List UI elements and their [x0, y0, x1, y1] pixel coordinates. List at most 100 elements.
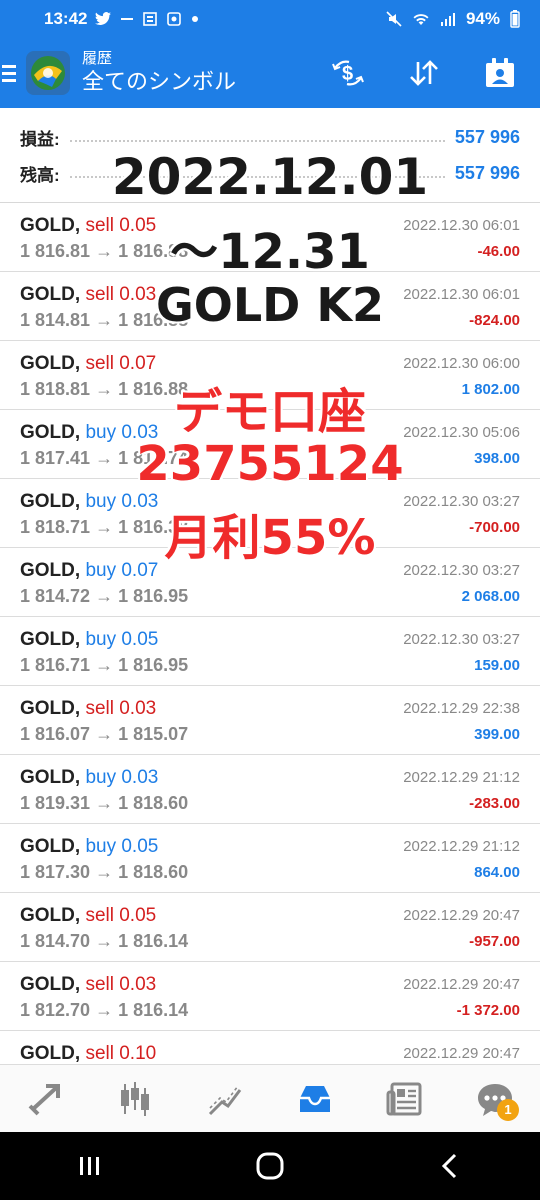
sort-button[interactable] — [406, 55, 442, 91]
trade-side-volume: sell 0.10 — [85, 1043, 157, 1064]
trade-symbol: GOLD, — [20, 1043, 81, 1064]
home-button[interactable] — [250, 1146, 290, 1186]
trade-profit: -1 372.00 — [456, 1002, 520, 1019]
symbol-filter-button[interactable]: $ — [330, 55, 366, 91]
trade-price: 1 814.72 → 1 816.95 — [20, 586, 189, 606]
trade-date: 2022.12.30 03:27 — [403, 631, 520, 648]
profit-value: 557 996 — [454, 126, 520, 147]
trade-side-volume: buy 0.05 — [85, 836, 159, 857]
trade-price: 1 814.70 → 1 816.14 — [20, 931, 189, 951]
candlestick-icon — [121, 1081, 149, 1116]
trade-row[interactable]: GOLD, sell 0.03 1 812.70 → 1 816.14 2022… — [0, 962, 540, 1031]
trade-symbol: GOLD, — [20, 698, 81, 719]
trade-side-volume: buy 0.03 — [85, 767, 159, 788]
trade-side-volume: buy 0.05 — [85, 629, 159, 650]
trade-date: 2022.12.29 20:47 — [403, 907, 520, 924]
trade-profit: -283.00 — [469, 795, 520, 812]
calendar-user-icon — [486, 58, 514, 87]
system-nav-bar — [0, 1132, 540, 1200]
overlay-account-number: 23755124 — [136, 436, 404, 492]
page-title[interactable]: 全てのシンボル — [82, 68, 236, 96]
trade-symbol: GOLD, — [20, 974, 81, 995]
trade-price: 1 816.07 → 1 815.07 — [20, 724, 189, 744]
currency-swap-icon: $ — [332, 60, 364, 86]
battery-icon — [510, 10, 520, 28]
nav-trade[interactable] — [203, 1077, 247, 1121]
quotes-arrows-icon — [28, 1083, 60, 1115]
status-time: 13:42 — [44, 9, 88, 28]
status-bar: 13:42 94% — [0, 0, 540, 38]
nav-history[interactable] — [293, 1077, 337, 1121]
trade-date: 2022.12.29 20:47 — [403, 976, 520, 993]
trade-symbol: GOLD, — [20, 629, 81, 650]
trade-symbol-line: GOLD, sell 0.10 — [20, 1043, 156, 1064]
trade-row[interactable]: GOLD, sell 0.10 2022.12.29 20:47 — [0, 1031, 540, 1064]
trade-row[interactable]: GOLD, buy 0.03 1 819.31 → 1 818.60 2022.… — [0, 755, 540, 824]
newspaper-icon — [386, 1082, 422, 1115]
app-bar: 履歴 全てのシンボル $ — [0, 38, 540, 108]
trade-date: 2022.12.29 20:47 — [403, 1045, 520, 1062]
menu-icon[interactable] — [2, 64, 26, 82]
period-button[interactable] — [482, 55, 518, 91]
trade-symbol-line: GOLD, sell 0.03 — [20, 974, 156, 996]
trade-profit: 159.00 — [474, 657, 520, 674]
trade-symbol: GOLD, — [20, 905, 81, 926]
trade-symbol-line: GOLD, sell 0.05 — [20, 905, 156, 927]
trade-symbol-line: GOLD, sell 0.03 — [20, 698, 156, 720]
trade-price: 1 819.31 → 1 818.60 — [20, 793, 189, 813]
trade-row[interactable]: GOLD, buy 0.05 1 817.30 → 1 818.60 2022.… — [0, 824, 540, 893]
chat-badge: 1 — [497, 1098, 519, 1121]
home-icon — [256, 1152, 284, 1180]
trade-lines-icon — [208, 1085, 242, 1115]
appbar-actions: $ — [330, 55, 518, 91]
trade-symbol-line: GOLD, buy 0.05 — [20, 836, 158, 858]
twitter-icon — [95, 12, 112, 25]
sort-arrows-icon — [410, 60, 438, 86]
signal-icon — [440, 13, 455, 26]
svg-text:$: $ — [342, 63, 353, 85]
trade-profit: -957.00 — [469, 933, 520, 950]
bottom-nav: 1 — [0, 1064, 540, 1132]
back-chevron-icon — [441, 1153, 457, 1179]
status-right: 94% — [386, 9, 520, 29]
trade-date: 2022.12.30 06:00 — [403, 355, 520, 372]
trade-side-volume: sell 0.05 — [85, 905, 157, 926]
dotted-leader — [69, 132, 445, 142]
inbox-tray-icon — [300, 1085, 330, 1112]
overlay-period-end: ～12.31 — [170, 224, 370, 280]
trade-side-volume: sell 0.07 — [85, 353, 157, 374]
back-button[interactable] — [430, 1146, 470, 1186]
dash-icon — [121, 18, 134, 20]
recent-apps-icon — [80, 1157, 99, 1175]
metatrader-logo-icon[interactable] — [26, 51, 70, 95]
nav-quotes[interactable] — [23, 1077, 67, 1121]
nav-news[interactable] — [383, 1077, 427, 1121]
app-icon — [167, 12, 182, 26]
trade-price: 1 817.30 → 1 818.60 — [20, 862, 189, 882]
nav-chart[interactable] — [113, 1077, 157, 1121]
trade-date: 2022.12.29 21:12 — [403, 769, 520, 786]
trade-row[interactable]: GOLD, buy 0.05 1 816.71 → 1 816.95 2022.… — [0, 617, 540, 686]
recent-apps-button[interactable] — [70, 1146, 110, 1186]
nav-chats[interactable]: 1 — [473, 1077, 519, 1121]
trade-price: 1 812.70 → 1 816.14 — [20, 1000, 189, 1020]
news-icon — [143, 12, 158, 26]
trade-date: 2022.12.29 21:12 — [403, 838, 520, 855]
trade-symbol-line: GOLD, buy 0.05 — [20, 629, 158, 651]
trade-profit: 399.00 — [474, 726, 520, 743]
trade-date: 2022.12.29 22:38 — [403, 700, 520, 717]
trade-row[interactable]: GOLD, sell 0.05 1 814.70 → 1 816.14 2022… — [0, 893, 540, 962]
dot-icon — [192, 16, 199, 22]
notification-icons — [95, 12, 199, 26]
wifi-icon — [413, 14, 429, 25]
trade-side-volume: sell 0.03 — [85, 974, 157, 995]
trade-symbol-line: GOLD, buy 0.03 — [20, 767, 158, 789]
page-subtitle: 履歴 — [82, 50, 113, 67]
trade-row[interactable]: GOLD, sell 0.03 1 816.07 → 1 815.07 2022… — [0, 686, 540, 755]
trade-symbol: GOLD, — [20, 767, 81, 788]
mute-icon — [386, 11, 402, 27]
title-block: 履歴 全てのシンボル — [82, 50, 236, 96]
battery-level: 94% — [465, 9, 500, 28]
trade-side-volume: sell 0.03 — [85, 698, 157, 719]
overlay-account-type: デモ口座 — [173, 384, 366, 440]
